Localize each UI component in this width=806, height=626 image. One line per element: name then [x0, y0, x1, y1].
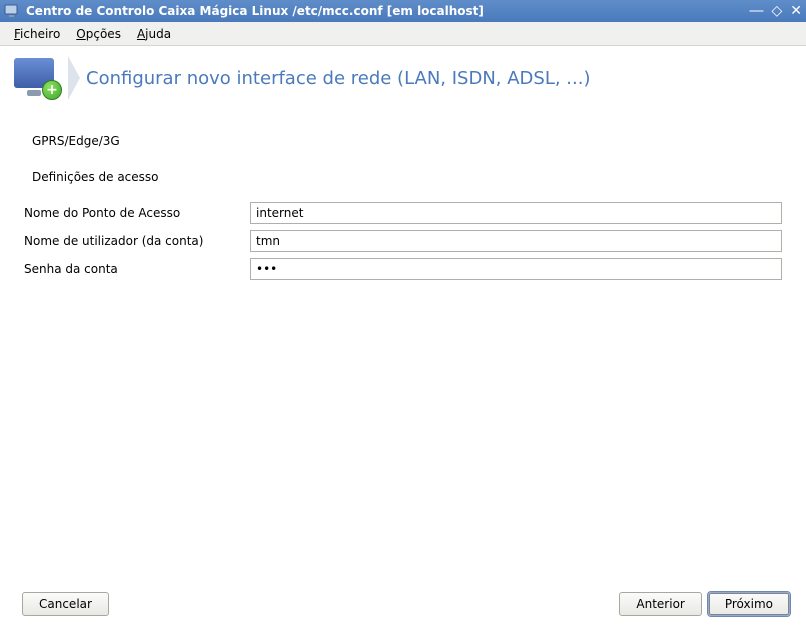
row-username: Nome de utilizador (da conta)	[24, 230, 782, 252]
menu-ajuda[interactable]: Ajuda	[131, 24, 177, 44]
label-password: Senha da conta	[24, 262, 250, 276]
app-icon	[4, 3, 20, 19]
next-button[interactable]: Próximo	[708, 592, 790, 616]
input-username[interactable]	[250, 230, 782, 252]
section-line-2: Definições de acesso	[24, 166, 782, 188]
cancel-button[interactable]: Cancelar	[22, 592, 109, 616]
label-apn: Nome do Ponto de Acesso	[24, 206, 250, 220]
input-apn[interactable]	[250, 202, 782, 224]
menu-bar: Ficheiro Opções Ajuda	[0, 22, 806, 46]
label-username: Nome de utilizador (da conta)	[24, 234, 250, 248]
previous-button[interactable]: Anterior	[619, 592, 701, 616]
minimize-icon[interactable]: ―	[749, 4, 763, 18]
page-header: + Configurar novo interface de rede (LAN…	[0, 46, 806, 112]
network-config-icon: +	[12, 56, 60, 100]
close-icon[interactable]: ✕	[790, 4, 802, 18]
section-line-1: GPRS/Edge/3G	[24, 130, 782, 152]
window-controls: ― ◇ ✕	[749, 4, 802, 18]
wizard-button-bar: Cancelar Anterior Próximo	[0, 592, 806, 616]
input-password[interactable]	[250, 258, 782, 280]
maximize-icon[interactable]: ◇	[771, 4, 782, 18]
row-password: Senha da conta	[24, 258, 782, 280]
chevron-right-icon	[68, 56, 80, 100]
window-titlebar: Centro de Controlo Caixa Mágica Linux /e…	[0, 0, 806, 22]
menu-ficheiro[interactable]: Ficheiro	[8, 24, 66, 44]
menu-opcoes[interactable]: Opções	[70, 24, 127, 44]
wizard-content: GPRS/Edge/3G Definições de acesso Nome d…	[0, 112, 806, 294]
row-apn: Nome do Ponto de Acesso	[24, 202, 782, 224]
window-title: Centro de Controlo Caixa Mágica Linux /e…	[26, 4, 749, 18]
page-title: Configurar novo interface de rede (LAN, …	[86, 68, 591, 89]
